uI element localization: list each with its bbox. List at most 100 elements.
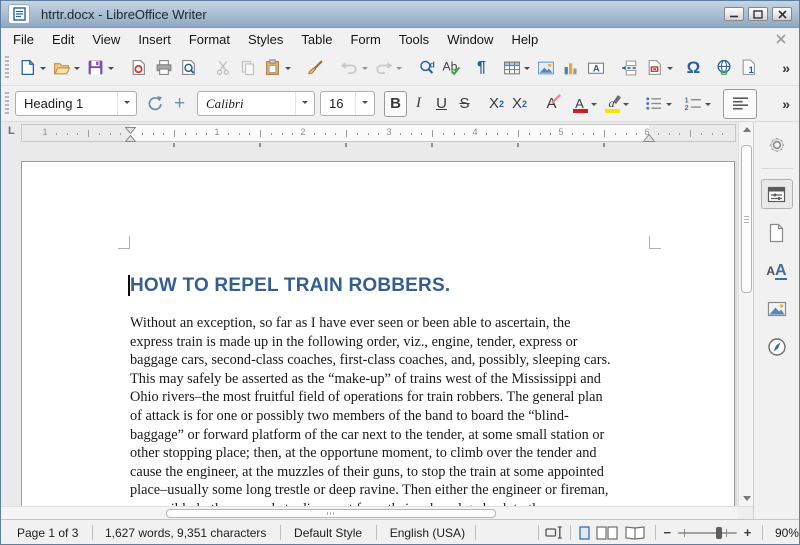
paragraph-style-arrow[interactable] — [117, 92, 136, 115]
document-canvas[interactable]: HOW TO REPEL TRAIN ROBBERS. Without an e… — [1, 148, 738, 506]
new-style-button[interactable]: + — [167, 90, 192, 118]
insert-chart-button[interactable] — [558, 54, 583, 82]
status-zoom-level[interactable]: 90% — [775, 526, 799, 540]
insert-textbox-button[interactable]: A — [583, 54, 608, 82]
scroll-down-button[interactable] — [739, 491, 754, 506]
formatting-overflow-button[interactable]: » — [782, 96, 790, 112]
bold-button[interactable]: B — [384, 91, 407, 117]
subscript-button[interactable]: X2 — [508, 91, 531, 117]
sidebar-tab-gallery[interactable] — [761, 295, 793, 323]
document-body-text[interactable]: Without an exception, so far as I have e… — [130, 314, 622, 506]
copy-button[interactable] — [235, 54, 260, 82]
sidebar-settings-button[interactable] — [761, 131, 793, 159]
paragraph-style-combo[interactable]: Heading 1 — [15, 91, 137, 116]
insert-field-dropdown[interactable] — [667, 67, 673, 73]
menu-help[interactable]: Help — [502, 30, 547, 49]
zoom-slider[interactable] — [678, 532, 737, 534]
sidebar-tab-properties[interactable] — [761, 179, 793, 209]
menu-edit[interactable]: Edit — [43, 30, 83, 49]
scroll-up-button[interactable] — [739, 122, 754, 137]
italic-button[interactable]: I — [407, 91, 430, 117]
status-page-count[interactable]: Page 1 of 3 — [17, 526, 78, 540]
menu-table[interactable]: Table — [292, 30, 341, 49]
font-name-combo[interactable]: Calibri — [197, 91, 315, 116]
redo-button[interactable] — [371, 54, 396, 82]
left-indent-marker[interactable] — [125, 127, 136, 142]
bullet-list-dropdown[interactable] — [666, 103, 672, 109]
insert-image-button[interactable] — [533, 54, 558, 82]
status-selection-mode[interactable] — [545, 526, 563, 539]
font-name-arrow[interactable] — [295, 92, 314, 115]
update-style-button[interactable] — [142, 90, 167, 118]
horizontal-ruler[interactable]: 1123456 — [21, 124, 736, 142]
horizontal-scrollbar[interactable] — [1, 506, 738, 519]
highlight-color-dropdown[interactable] — [623, 103, 629, 109]
menu-format[interactable]: Format — [180, 30, 239, 49]
zoom-in-button[interactable]: + — [744, 525, 752, 540]
find-replace-button[interactable]: d — [414, 54, 439, 82]
special-character-button[interactable]: Ω — [681, 54, 706, 82]
numbered-list-dropdown[interactable] — [705, 103, 711, 109]
undo-dropdown[interactable] — [362, 67, 368, 73]
redo-dropdown[interactable] — [396, 67, 402, 73]
new-document-dropdown[interactable] — [40, 67, 46, 73]
sidebar-tab-page[interactable] — [761, 219, 793, 247]
formatting-toolbar-drag-handle[interactable] — [5, 92, 9, 116]
underline-button[interactable]: U — [430, 91, 453, 117]
align-left-button[interactable] — [723, 89, 757, 119]
insert-table-dropdown[interactable] — [524, 67, 530, 73]
print-button[interactable] — [151, 54, 176, 82]
save-button[interactable] — [83, 54, 108, 82]
font-color-button[interactable]: A — [568, 91, 591, 117]
menu-form[interactable]: Form — [341, 30, 389, 49]
new-document-button[interactable] — [15, 54, 40, 82]
toolbar-overflow-button[interactable]: » — [782, 60, 790, 76]
status-word-count[interactable]: 1,627 words, 9,351 characters — [105, 526, 266, 540]
print-preview-button[interactable] — [176, 54, 201, 82]
formatting-marks-button[interactable]: ¶ — [469, 54, 494, 82]
document-page[interactable]: HOW TO REPEL TRAIN ROBBERS. Without an e… — [21, 161, 735, 506]
save-dropdown[interactable] — [108, 67, 114, 73]
single-page-view-button[interactable] — [579, 526, 590, 540]
toolbar-drag-handle[interactable] — [5, 56, 9, 80]
clear-formatting-button[interactable]: A — [540, 91, 563, 117]
strikethrough-button[interactable]: S — [453, 91, 476, 117]
insert-page-break-button[interactable] — [617, 54, 642, 82]
zoom-out-button[interactable]: − — [664, 525, 672, 540]
insert-table-button[interactable] — [499, 54, 524, 82]
numbered-list-button[interactable]: 1 2 — [680, 90, 705, 118]
title-bar[interactable]: htrtr.docx - LibreOffice Writer — [1, 1, 799, 28]
minimize-button[interactable] — [724, 7, 744, 21]
spelling-button[interactable]: Ab — [439, 54, 464, 82]
superscript-button[interactable]: X2 — [485, 91, 508, 117]
cut-button[interactable] — [210, 54, 235, 82]
right-indent-marker[interactable] — [643, 127, 655, 142]
menu-window[interactable]: Window — [438, 30, 502, 49]
zoom-slider-thumb[interactable] — [716, 527, 722, 539]
font-size-arrow[interactable] — [355, 92, 374, 115]
maximize-button[interactable] — [748, 7, 768, 21]
paste-dropdown[interactable] — [285, 67, 291, 73]
status-page-style[interactable]: Default Style — [294, 526, 362, 540]
menu-insert[interactable]: Insert — [129, 30, 180, 49]
status-language[interactable]: English (USA) — [390, 526, 465, 540]
clone-formatting-button[interactable] — [303, 54, 328, 82]
paste-button[interactable] — [260, 54, 285, 82]
sidebar-tab-styles[interactable]: AA — [761, 257, 793, 285]
insert-field-button[interactable] — [642, 54, 667, 82]
tab-stop-selector[interactable]: L — [8, 125, 15, 137]
vertical-scrollbar[interactable] — [738, 122, 753, 506]
highlight-color-button[interactable]: a — [600, 91, 623, 117]
menu-styles[interactable]: Styles — [239, 30, 292, 49]
export-pdf-button[interactable] — [126, 54, 151, 82]
undo-button[interactable] — [337, 54, 362, 82]
open-file-dropdown[interactable] — [74, 67, 80, 73]
insert-page-number-button[interactable]: 1 — [736, 54, 761, 82]
open-file-button[interactable] — [49, 54, 74, 82]
document-close-button[interactable] — [776, 32, 786, 47]
insert-hyperlink-button[interactable] — [711, 54, 736, 82]
menu-tools[interactable]: Tools — [390, 30, 438, 49]
menu-file[interactable]: File — [4, 30, 43, 49]
book-view-button[interactable] — [624, 526, 646, 540]
font-size-combo[interactable]: 16 — [320, 91, 375, 116]
